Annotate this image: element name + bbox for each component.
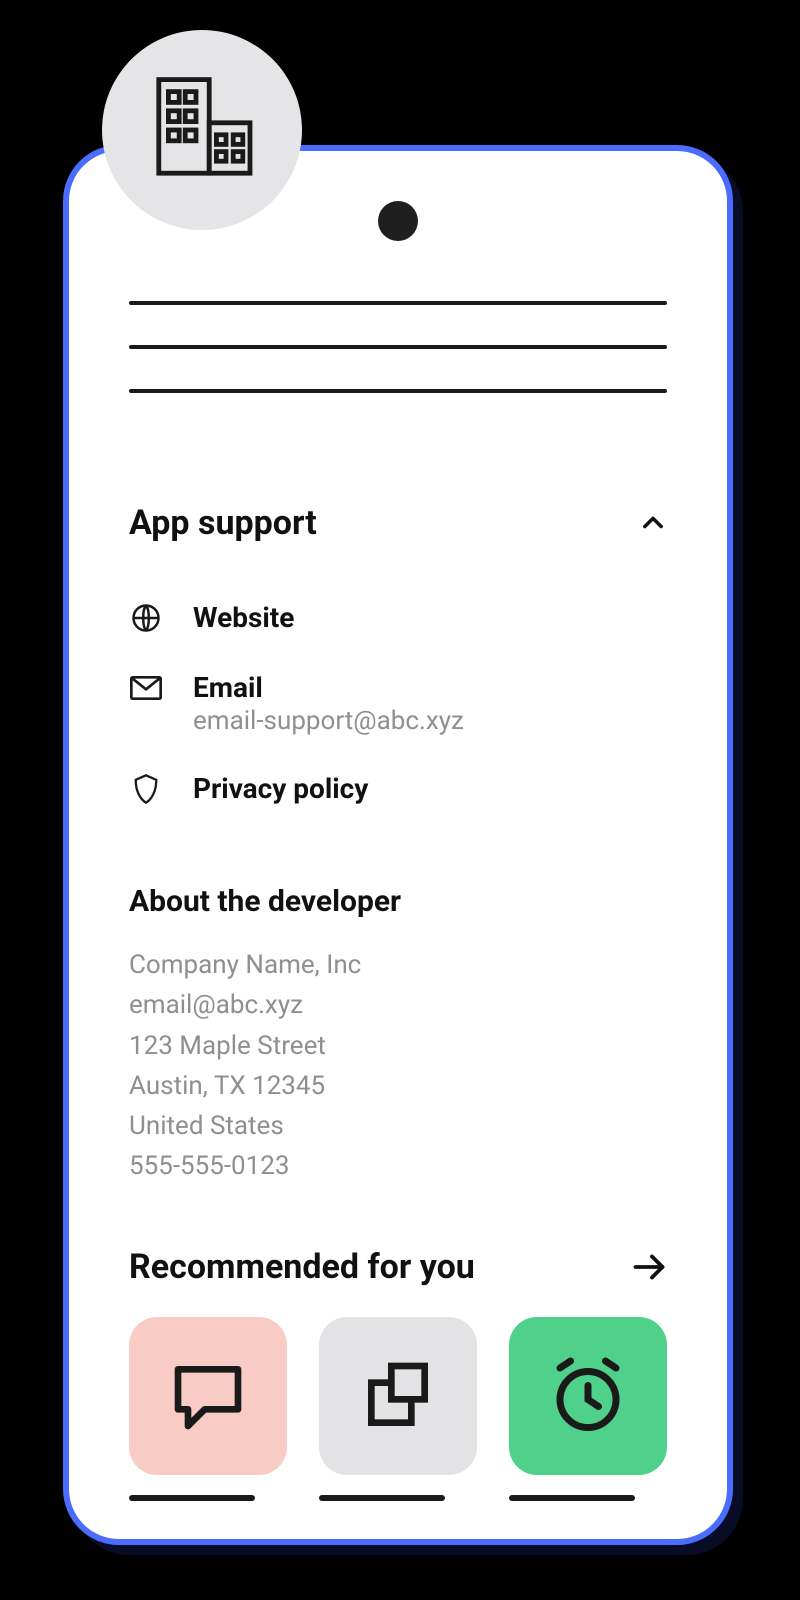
alarm-icon: [546, 1354, 630, 1438]
developer-phone: 555-555-0123: [129, 1146, 667, 1186]
recommended-title: Recommended for you: [129, 1247, 475, 1287]
placeholder-line: [129, 389, 667, 393]
about-developer-details: Company Name, Inc email@abc.xyz 123 Mapl…: [129, 945, 667, 1187]
globe-icon: [131, 603, 161, 633]
developer-email: email@abc.xyz: [129, 985, 667, 1025]
placeholder-line: [129, 301, 667, 305]
developer-country: United States: [129, 1106, 667, 1146]
copy-icon: [358, 1356, 438, 1436]
card-title-placeholder: [319, 1495, 445, 1501]
screen-content: App support Website Email email-support@…: [69, 301, 727, 1539]
email-label: Email: [193, 671, 464, 704]
chevron-up-icon: [639, 509, 667, 537]
email-value: email-support@abc.xyz: [193, 706, 464, 736]
developer-badge: [102, 30, 302, 230]
recommended-card-2[interactable]: [319, 1317, 477, 1501]
app-support-list: Website Email email-support@abc.xyz Priv…: [129, 583, 667, 824]
chat-icon: [168, 1356, 248, 1436]
about-developer-title: About the developer: [129, 884, 667, 919]
camera-cutout: [378, 201, 418, 241]
developer-city: Austin, TX 12345: [129, 1066, 667, 1106]
buildings-icon: [142, 70, 262, 190]
support-item-privacy[interactable]: Privacy policy: [129, 754, 667, 824]
recommended-row: [129, 1317, 667, 1501]
app-support-title: App support: [129, 503, 317, 543]
placeholder-line: [129, 345, 667, 349]
privacy-label: Privacy policy: [193, 772, 368, 805]
recommended-header[interactable]: Recommended for you: [129, 1247, 667, 1287]
card-title-placeholder: [509, 1495, 635, 1501]
card-title-placeholder: [129, 1495, 255, 1501]
app-support-header[interactable]: App support: [129, 503, 667, 543]
support-item-email[interactable]: Email email-support@abc.xyz: [129, 653, 667, 754]
arrow-right-icon: [631, 1249, 667, 1285]
shield-icon: [132, 773, 160, 805]
developer-street: 123 Maple Street: [129, 1026, 667, 1066]
mail-icon: [130, 675, 162, 701]
phone-frame: App support Website Email email-support@…: [63, 145, 733, 1545]
text-placeholder-block: [129, 301, 667, 393]
developer-company: Company Name, Inc: [129, 945, 667, 985]
support-item-website[interactable]: Website: [129, 583, 667, 653]
recommended-card-3[interactable]: [509, 1317, 667, 1501]
website-label: Website: [193, 601, 294, 634]
recommended-card-1[interactable]: [129, 1317, 287, 1501]
